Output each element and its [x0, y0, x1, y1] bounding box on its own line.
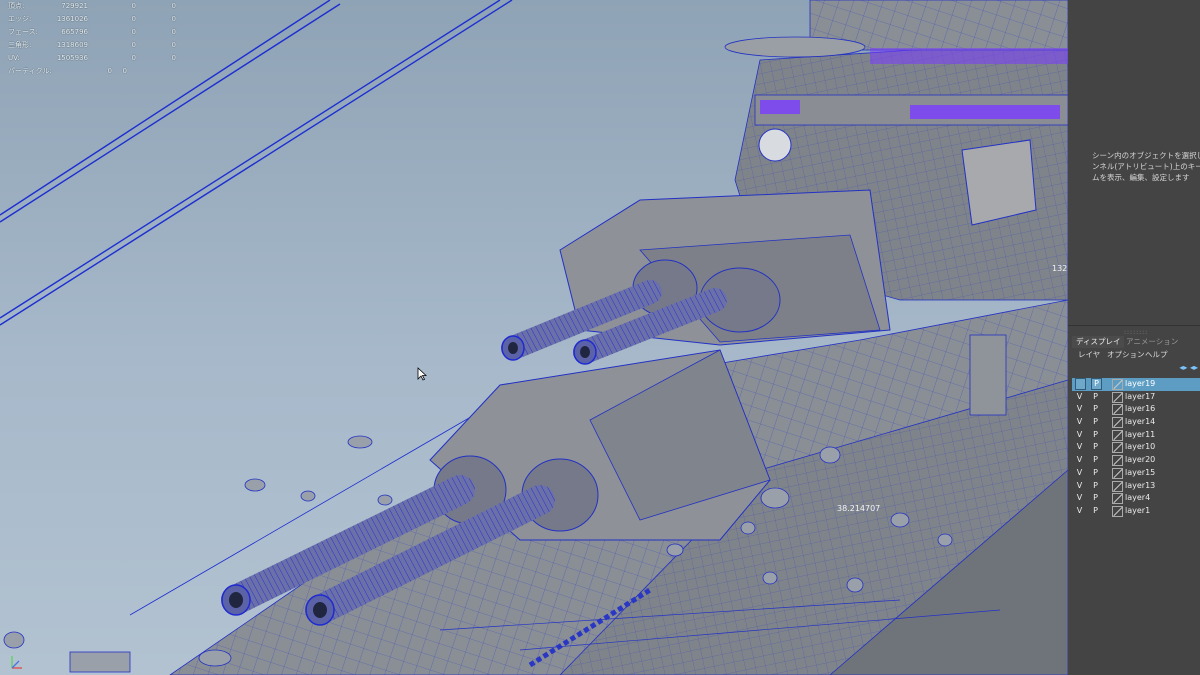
hud-label: 頂点: [8, 2, 25, 10]
layer-row[interactable]: V Player13 [1072, 480, 1200, 493]
playback-toggle[interactable]: P [1091, 417, 1100, 427]
layer-color-swatch-icon[interactable] [1112, 442, 1123, 454]
layer-toolbar: ◂▸ ◂▸ [1179, 363, 1198, 372]
playback-toggle[interactable]: P [1091, 481, 1100, 491]
visibility-toggle[interactable]: V [1075, 417, 1084, 427]
playback-toggle[interactable]: P [1091, 468, 1100, 478]
hud-label: パーティクル: [8, 67, 52, 75]
hud-value: 0 [107, 67, 112, 75]
layer-row[interactable]: V Player15 [1072, 467, 1200, 480]
menu-options[interactable]: オプション [1107, 349, 1145, 360]
menu-layers[interactable]: レイヤ [1078, 349, 1100, 360]
hud-value-extra: 0 [171, 28, 176, 36]
hud-label: 三角形: [8, 41, 32, 49]
hud-value-selected: 0 [131, 2, 136, 10]
playback-toggle[interactable]: P [1091, 506, 1100, 516]
measure-readout-secondary: 132 [1052, 264, 1068, 273]
hud-value-selected: 0 [131, 54, 136, 62]
layer-name: layer14 [1125, 417, 1156, 427]
hud-value-extra: 0 [171, 2, 176, 10]
resize-grip-icon[interactable]: :::::::: [1124, 329, 1148, 336]
layer-name: layer10 [1125, 442, 1156, 452]
layer-color-swatch-icon[interactable] [1112, 455, 1123, 467]
layer-name: layer20 [1125, 455, 1156, 465]
playback-toggle[interactable]: P [1091, 493, 1100, 503]
hud-value-extra: 0 [171, 54, 176, 62]
panel-divider [1068, 325, 1200, 326]
layer-row[interactable]: V Player4 [1072, 492, 1200, 505]
playback-toggle[interactable]: P [1091, 430, 1100, 440]
visibility-toggle[interactable]: V [1075, 430, 1084, 440]
layer-color-swatch-icon[interactable] [1112, 417, 1123, 429]
hud-value: 1361026 [56, 15, 88, 23]
3d-viewport[interactable]: 頂点: 729921 0 0 エッジ: 1361026 0 0 フェース: 665796 0 0 三角形… [0, 0, 1068, 675]
hud-label: フェース: [8, 28, 39, 36]
layer-row[interactable]: V Player14 [1072, 416, 1200, 429]
layer-name: layer11 [1125, 429, 1156, 439]
axis-gizmo-icon [11, 656, 22, 669]
tab-display[interactable]: ディスプレイ [1072, 336, 1125, 348]
layer-row[interactable]: Player19 [1072, 378, 1200, 391]
hud-value: 1505936 [56, 54, 88, 62]
layer-color-swatch-icon[interactable] [1112, 379, 1123, 390]
layer-name: layer1 [1125, 505, 1151, 515]
layer-name: layer4 [1125, 493, 1151, 503]
mouse-cursor-icon [417, 367, 427, 381]
layer-color-swatch-icon[interactable] [1112, 404, 1123, 416]
layer-row[interactable]: V Player17 [1072, 391, 1200, 404]
layer-name: layer16 [1125, 404, 1156, 414]
layer-name: layer17 [1125, 391, 1156, 401]
visibility-toggle[interactable]: V [1075, 468, 1084, 478]
hud-value: 665796 [61, 28, 88, 36]
measure-readout: 38.214707 [837, 504, 881, 513]
hud-label: UV: [8, 54, 20, 62]
visibility-toggle[interactable]: V [1075, 392, 1084, 402]
visibility-toggle[interactable]: V [1075, 493, 1084, 503]
visibility-toggle[interactable]: V [1075, 481, 1084, 491]
visibility-toggle[interactable]: V [1075, 455, 1084, 465]
visibility-toggle[interactable]: V [1075, 442, 1084, 452]
layer-color-swatch-icon[interactable] [1112, 493, 1123, 505]
visibility-toggle[interactable] [1075, 378, 1086, 390]
move-layer-up-icon[interactable]: ◂▸ [1179, 363, 1187, 372]
layer-name: layer15 [1125, 467, 1156, 477]
hud-label: エッジ: [8, 15, 32, 23]
playback-toggle[interactable]: P [1091, 442, 1100, 452]
hud-value-extra: 0 [171, 41, 176, 49]
hud-value-selected: 0 [122, 67, 127, 75]
visibility-toggle[interactable]: V [1075, 506, 1084, 516]
hud-value-selected: 0 [131, 41, 136, 49]
channel-box-panel: シーン内のオブジェクトを選択し、チャンネル(アトリビュート)上のキーフレームを表… [1068, 0, 1200, 675]
hud-value-selected: 0 [131, 28, 136, 36]
layer-row[interactable]: V Player20 [1072, 454, 1200, 467]
layer-color-swatch-icon[interactable] [1112, 480, 1123, 492]
hud-value-selected: 0 [131, 15, 136, 23]
playback-toggle[interactable]: P [1091, 455, 1100, 465]
layer-color-swatch-icon[interactable] [1112, 505, 1123, 517]
layer-row[interactable]: V Player10 [1072, 441, 1200, 454]
menu-help[interactable]: ヘルプ [1145, 349, 1168, 360]
layer-row[interactable]: V Player1 [1072, 505, 1200, 518]
battleship-wireframe-scene[interactable] [0, 0, 1068, 675]
layer-row[interactable]: V Player11 [1072, 429, 1200, 442]
hud-value: 1318609 [56, 41, 88, 49]
layer-color-swatch-icon[interactable] [1112, 429, 1123, 441]
layer-color-swatch-icon[interactable] [1112, 391, 1123, 403]
hud-value: 729921 [61, 2, 88, 10]
layer-editor-tabs: ディスプレイ アニメーション [1068, 336, 1200, 348]
playback-toggle[interactable]: P [1091, 378, 1102, 390]
playback-toggle[interactable]: P [1091, 392, 1100, 402]
panel-help-message: シーン内のオブジェクトを選択し、チャンネル(アトリビュート)上のキーフレームを表… [1092, 151, 1200, 182]
layer-color-swatch-icon[interactable] [1112, 467, 1123, 479]
layer-row[interactable]: V Player16 [1072, 403, 1200, 416]
layer-list: Player19 V Player17 V Player16 V Player14 V Play… [1072, 378, 1200, 518]
tab-animation[interactable]: アニメーション [1122, 336, 1182, 348]
move-layer-down-icon[interactable]: ◂▸ [1190, 363, 1198, 372]
hud-value-extra: 0 [171, 15, 176, 23]
layer-name: layer19 [1125, 379, 1156, 388]
visibility-toggle[interactable]: V [1075, 404, 1084, 414]
layer-name: layer13 [1125, 480, 1156, 490]
playback-toggle[interactable]: P [1091, 404, 1100, 414]
